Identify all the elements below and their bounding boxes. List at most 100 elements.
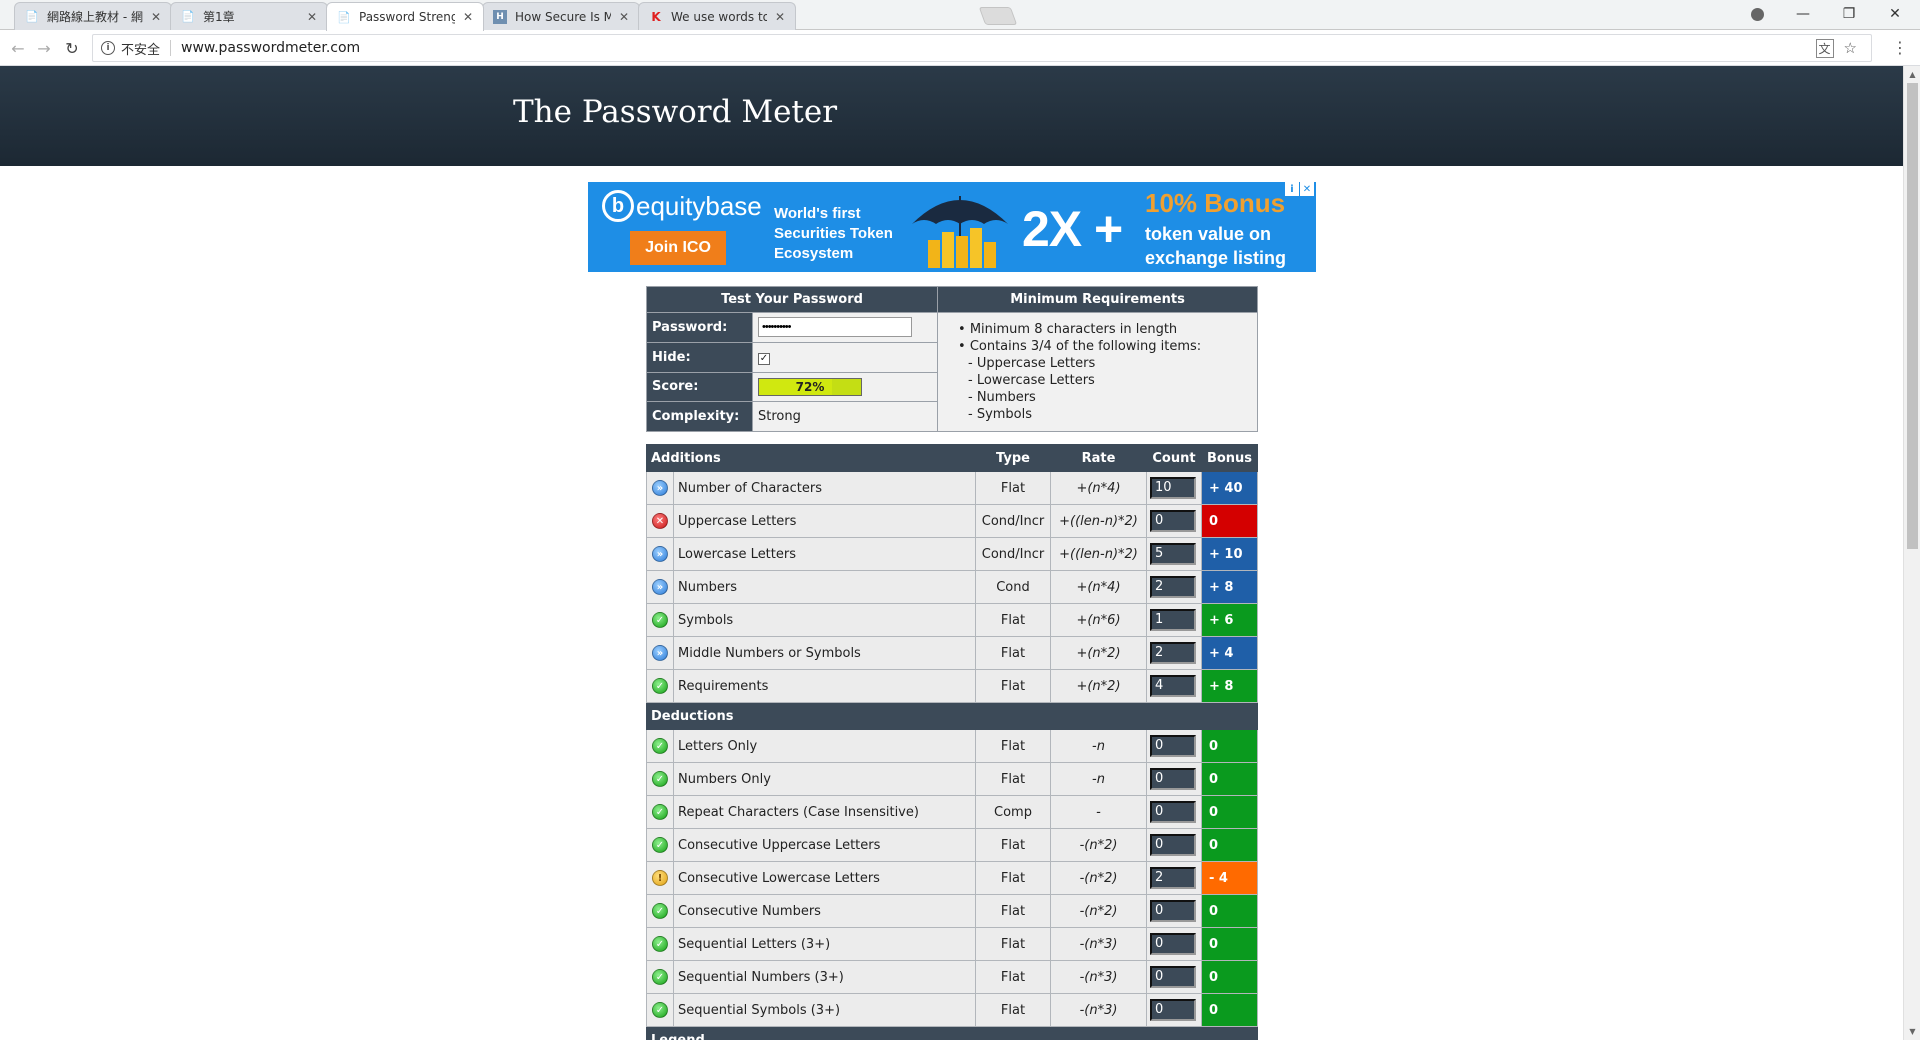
status-cell: ✓ — [646, 795, 674, 829]
page-viewport: The Password Meter b equitybase Join ICO… — [0, 66, 1903, 1040]
password-input[interactable] — [758, 317, 912, 338]
adchoices[interactable]: i ✕ — [1285, 182, 1314, 196]
new-tab-button[interactable] — [978, 7, 1018, 25]
bonus-value: 0 — [1201, 960, 1258, 994]
vertical-scrollbar[interactable]: ▲ ▼ — [1903, 66, 1920, 1040]
bonus-value: - 4 — [1201, 861, 1258, 895]
score-row: ✓ Sequential Numbers (3+) Flat -(n*3) 0 0 — [646, 960, 1258, 994]
count-cell: 4 — [1146, 669, 1202, 703]
hide-checkbox[interactable]: ✓ — [758, 352, 770, 365]
status-cell: ✓ — [646, 960, 674, 994]
requirements-header: Minimum Requirements — [937, 286, 1258, 313]
ad-banner[interactable]: b equitybase Join ICO World's first Secu… — [588, 182, 1316, 272]
count-cell: 0 — [1146, 504, 1202, 538]
criterion-name: Requirements — [673, 669, 976, 703]
legend-header: Legend — [646, 1026, 1258, 1040]
count-cell: 1 — [1146, 603, 1202, 637]
exceed-status-icon: » — [652, 480, 668, 497]
profile-icon[interactable] — [1734, 0, 1780, 28]
criterion-name: Sequential Letters (3+) — [673, 927, 976, 961]
browser-tab[interactable]: 📄 網路線上教材 - 網路安全 ✕ — [14, 2, 172, 30]
adchoices-info-icon[interactable]: i — [1285, 182, 1299, 196]
address-toolbar: ← → ↻ i 不安全 www.passwordmeter.com 文 ☆ — [0, 30, 1920, 66]
criterion-type: Flat — [975, 861, 1051, 895]
close-icon[interactable]: ✕ — [773, 10, 787, 24]
browser-tab[interactable]: H How Secure Is My Pass ✕ — [482, 2, 640, 30]
status-cell: ✓ — [646, 669, 674, 703]
criterion-rate: -(n*3) — [1050, 960, 1147, 994]
criterion-rate: -(n*2) — [1050, 894, 1147, 928]
type-header: Type — [975, 444, 1051, 472]
browser-tab-active[interactable]: 📄 Password Strength Che ✕ — [326, 2, 484, 31]
criterion-type: Flat — [975, 993, 1051, 1027]
requirement-item: Minimum 8 characters in length — [968, 321, 1247, 338]
scrollbar-thumb[interactable] — [1907, 83, 1918, 549]
bonus-value: 0 — [1201, 828, 1258, 862]
join-ico-button[interactable]: Join ICO — [630, 231, 726, 265]
requirement-subitem: - Symbols — [968, 407, 1033, 422]
menu-icon[interactable]: ⋮ — [1892, 38, 1908, 57]
restore-icon[interactable]: ❐ — [1826, 0, 1872, 28]
score-row: ✓ Numbers Only Flat -n 0 0 — [646, 762, 1258, 796]
ad-multiplier: 2X + — [1022, 201, 1123, 257]
tab-title: We use words to save t — [671, 9, 767, 24]
criterion-name: Consecutive Numbers — [673, 894, 976, 928]
criterion-name: Numbers — [673, 570, 976, 604]
reload-icon[interactable]: ↻ — [60, 36, 84, 60]
bonus-value: + 8 — [1201, 570, 1258, 604]
criterion-rate: +(n*2) — [1050, 636, 1147, 670]
browser-tab[interactable]: K We use words to save t ✕ — [638, 2, 796, 30]
criterion-rate: -n — [1050, 762, 1147, 796]
scroll-up-icon[interactable]: ▲ — [1904, 66, 1920, 83]
info-icon[interactable]: i — [101, 41, 115, 55]
count-value: 2 — [1150, 576, 1196, 598]
scroll-down-icon[interactable]: ▼ — [1904, 1023, 1920, 1040]
document-icon: 📄 — [337, 10, 351, 24]
forward-icon[interactable]: → — [32, 36, 56, 60]
security-label[interactable]: 不安全 — [121, 39, 160, 58]
minimize-icon[interactable]: — — [1780, 0, 1826, 28]
address-bar[interactable]: i 不安全 www.passwordmeter.com 文 ☆ — [92, 34, 1872, 62]
count-cell: 0 — [1146, 894, 1202, 928]
close-icon[interactable]: ✕ — [461, 10, 475, 24]
requirements-list: Minimum 8 characters in length Contains … — [937, 312, 1258, 432]
tab-title: 第1章 — [203, 10, 235, 24]
pass-status-icon: ✓ — [652, 612, 668, 629]
url-text[interactable]: www.passwordmeter.com — [181, 40, 360, 56]
ad-close-icon[interactable]: ✕ — [1300, 182, 1314, 196]
status-cell: » — [646, 570, 674, 604]
bonus-value: 0 — [1201, 894, 1258, 928]
equitybase-logo: b equitybase — [602, 190, 762, 222]
close-icon[interactable]: ✕ — [305, 10, 319, 24]
close-window-icon[interactable]: ✕ — [1872, 0, 1918, 28]
complexity-value: Strong — [752, 401, 938, 432]
pass-status-icon: ✓ — [652, 837, 668, 854]
tab-title: Password Strength Che — [359, 10, 455, 24]
score-cell: 72% — [752, 371, 938, 403]
count-value: 0 — [1150, 900, 1196, 922]
criterion-name: Symbols — [673, 603, 976, 637]
criterion-name: Consecutive Uppercase Letters — [673, 828, 976, 862]
criterion-type: Flat — [975, 762, 1051, 796]
count-value: 0 — [1150, 834, 1196, 856]
back-icon[interactable]: ← — [6, 36, 30, 60]
status-cell: ✓ — [646, 762, 674, 796]
count-value: 1 — [1150, 609, 1196, 631]
count-value: 0 — [1150, 999, 1196, 1021]
bonus-value: 0 — [1201, 504, 1258, 538]
document-icon: 📄 — [25, 10, 39, 23]
legend-section-row: Legend — [646, 1026, 1258, 1040]
criterion-type: Flat — [975, 471, 1051, 505]
bonus-value: + 40 — [1201, 471, 1258, 505]
criterion-rate: -(n*3) — [1050, 927, 1147, 961]
close-icon[interactable]: ✕ — [617, 10, 631, 24]
pass-status-icon: ✓ — [652, 1002, 668, 1019]
count-value: 2 — [1150, 867, 1196, 889]
browser-tab[interactable]: 📄 第1章 ✕ — [170, 2, 328, 30]
close-icon[interactable]: ✕ — [149, 10, 163, 24]
score-row: ✓ Consecutive Uppercase Letters Flat -(n*2)… — [646, 828, 1258, 862]
bonus-value: 0 — [1201, 762, 1258, 796]
bookmark-star-icon[interactable]: ☆ — [1844, 39, 1857, 58]
deductions-header: Deductions — [646, 702, 1258, 730]
translate-icon[interactable]: 文 — [1815, 39, 1834, 58]
